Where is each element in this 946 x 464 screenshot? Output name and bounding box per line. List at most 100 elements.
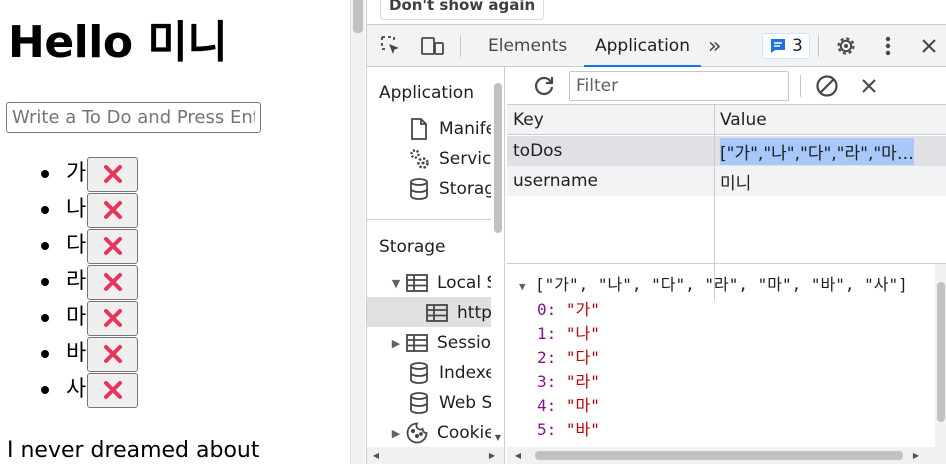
table-row[interactable]: username 미니 [507, 166, 946, 196]
refresh-icon[interactable] [531, 73, 557, 99]
more-tabs-button[interactable]: » [708, 25, 721, 67]
todo-text: 가 [66, 161, 87, 186]
issues-message-icon [771, 39, 785, 53]
preview-array-item: 3: "라" [537, 368, 600, 392]
scroll-right-arrow-icon[interactable]: ▶ [909, 447, 923, 464]
preview-array-item: 2: "다" [537, 344, 600, 368]
toolbar-separator [800, 75, 801, 97]
delete-todo-button[interactable] [87, 336, 139, 372]
tab-elements[interactable]: Elements [488, 25, 567, 67]
collapsed-triangle-icon[interactable]: ▶ [389, 337, 403, 350]
delete-todo-button[interactable] [87, 372, 139, 408]
delete-todo-button[interactable] [87, 192, 139, 228]
todo-text: 나 [66, 197, 87, 222]
todo-item: 가 [0, 156, 139, 192]
todo-item: 바 [0, 336, 139, 372]
delete-x-icon [103, 345, 122, 363]
delete-todo-button[interactable] [87, 264, 139, 300]
database-icon [407, 361, 431, 385]
page-scrollbar-thumb[interactable] [353, 0, 363, 33]
delete-x-icon [103, 273, 122, 291]
preview-vertical-scrollbar[interactable] [935, 264, 946, 447]
tab-application[interactable]: Application [584, 25, 701, 67]
database-icon [407, 391, 431, 415]
application-sidebar: Application Manifest Service Workers Sto… [367, 67, 505, 464]
value-preview: ▼ ["가", "나", "다", "라", "마", "바", "사"] 0: … [507, 264, 946, 447]
delete-x-icon [103, 381, 122, 399]
sidebar-item-cookies[interactable]: ▶ Cookies [389, 418, 504, 448]
preview-scrollbar-thumb[interactable] [937, 282, 945, 422]
preview-summary[interactable]: ▼ ["가", "나", "다", "라", "마", "바", "사"] [519, 271, 908, 295]
sidebar-section-storage: Storage [379, 237, 446, 257]
sidebar-vertical-scrollbar[interactable]: ▼ [491, 67, 504, 447]
array-value: "라" [565, 372, 600, 391]
sidebar-horizontal-scrollbar[interactable]: ◀ ▶ [367, 447, 504, 464]
delete-todo-button[interactable] [87, 156, 139, 192]
row-value[interactable]: ["가","나","다","라","마… [714, 136, 946, 166]
preview-array-item: 5: "바" [537, 416, 600, 440]
todo-text: 바 [66, 341, 87, 366]
preview-array-item: 4: "마" [537, 392, 600, 416]
sidebar-scrollbar-thumb[interactable] [494, 83, 502, 233]
page-scrollbar[interactable] [350, 0, 365, 464]
toolbar-separator [818, 35, 819, 57]
array-value: "다" [565, 348, 600, 367]
scroll-left-arrow-icon[interactable]: ◀ [511, 447, 525, 464]
scroll-right-arrow-icon[interactable]: ▶ [485, 447, 499, 464]
sidebar-item-local-storage[interactable]: ▼ Local Storage [389, 268, 504, 298]
delete-todo-button[interactable] [87, 228, 139, 264]
cookie-icon [405, 421, 429, 445]
delete-x-icon [103, 201, 122, 219]
issues-count: 3 [792, 36, 803, 56]
collapsed-triangle-icon[interactable]: ▶ [389, 427, 403, 440]
todo-item: 다 [0, 228, 139, 264]
delete-selected-icon[interactable] [856, 73, 882, 99]
horizontal-scrollbar-thumb[interactable] [535, 451, 903, 460]
storage-table: Key Value toDos ["가","나","다","라","마… use… [507, 105, 946, 301]
filter-input[interactable] [569, 71, 789, 101]
row-key[interactable]: username [507, 166, 714, 196]
array-index: 2: [537, 348, 557, 367]
scroll-down-arrow-icon[interactable]: ▼ [491, 429, 504, 446]
issues-badge[interactable]: 3 [762, 33, 810, 59]
todo-list: 가 나 다 라 마 바 사 [0, 156, 139, 408]
greeting-heading: Hello 미니 [8, 17, 228, 68]
devtools-panel: Don't show again Elements Application » … [366, 0, 946, 464]
preview-array-item: 1: "나" [537, 320, 600, 344]
delete-todo-button[interactable] [87, 300, 139, 336]
expanded-triangle-icon[interactable]: ▼ [519, 280, 535, 293]
array-index: 5: [537, 420, 557, 439]
sidebar-divider [367, 219, 504, 220]
row-value[interactable]: 미니 [714, 166, 946, 196]
storage-toolbar [507, 67, 946, 105]
gears-icon [407, 147, 431, 171]
settings-gear-icon[interactable] [833, 33, 859, 59]
device-toolbar-icon[interactable] [420, 33, 446, 59]
todo-item: 사 [0, 372, 139, 408]
array-value: "나" [565, 324, 600, 343]
dont-show-again-button[interactable]: Don't show again [380, 0, 545, 20]
todo-item: 라 [0, 264, 139, 300]
delete-x-icon [103, 165, 122, 183]
todo-input[interactable] [6, 102, 261, 133]
more-options-icon[interactable] [875, 33, 901, 59]
inspect-element-icon[interactable] [378, 33, 404, 59]
preview-array-item: 0: "가" [537, 296, 600, 320]
row-key[interactable]: toDos [507, 136, 714, 166]
value-column-header[interactable]: Value [714, 105, 946, 135]
sidebar-item-session-storage[interactable]: ▶ Session Storage [389, 328, 504, 358]
row-value-text: ["가","나","다","라","마… [720, 137, 914, 165]
expanded-triangle-icon[interactable]: ▼ [389, 277, 403, 290]
clear-all-icon[interactable] [814, 73, 840, 99]
table-row[interactable]: toDos ["가","나","다","라","마… [507, 136, 946, 166]
array-index: 1: [537, 324, 557, 343]
table-icon [405, 331, 429, 355]
preview-horizontal-scrollbar[interactable]: ◀ ▶ [507, 447, 946, 464]
scroll-left-arrow-icon[interactable]: ◀ [369, 447, 383, 464]
array-value: "가" [565, 300, 600, 319]
array-value: "바" [565, 420, 600, 439]
database-icon [407, 177, 431, 201]
key-column-header[interactable]: Key [507, 105, 714, 135]
close-devtools-icon[interactable] [916, 33, 942, 59]
sidebar-section-application: Application [379, 83, 474, 103]
